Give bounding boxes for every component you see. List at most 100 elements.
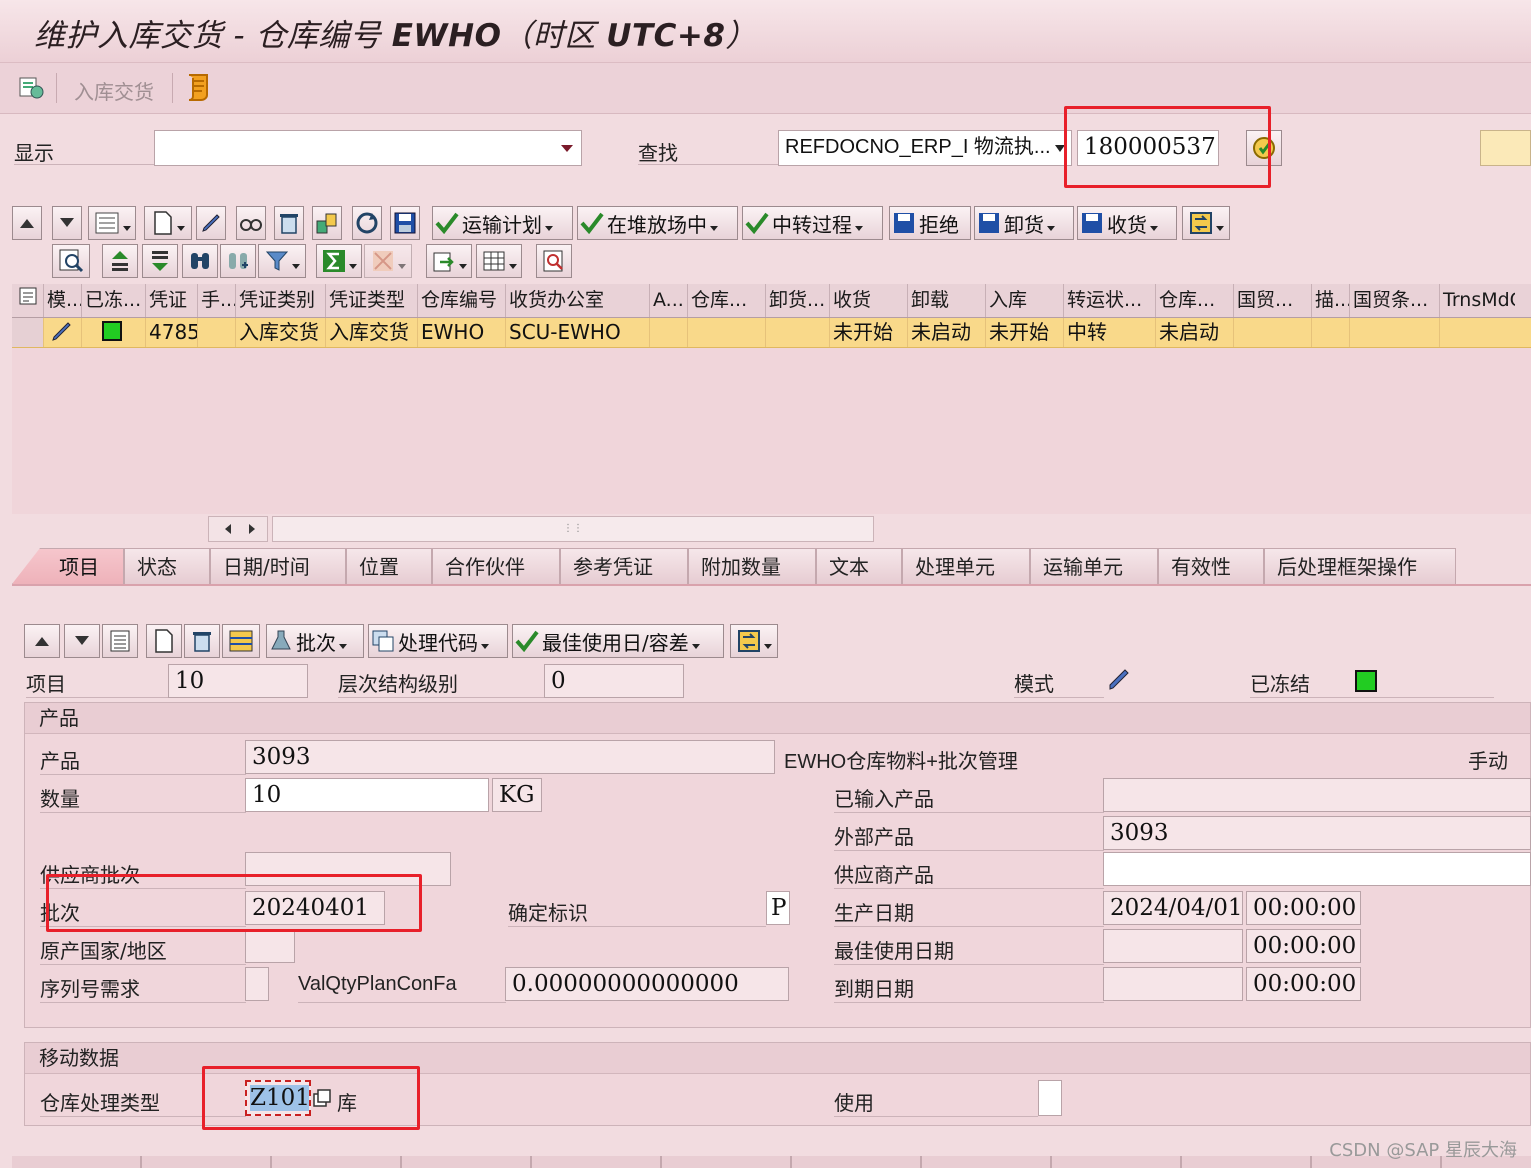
col-header[interactable]: A... bbox=[650, 284, 688, 317]
col-header[interactable]: 凭证 bbox=[146, 284, 198, 317]
reject-button[interactable]: 拒绝 bbox=[889, 206, 971, 240]
split-item-button[interactable] bbox=[222, 624, 260, 658]
find-icon-button[interactable] bbox=[52, 244, 90, 278]
col-header[interactable]: 转运状... bbox=[1064, 284, 1156, 317]
horizontal-scroll-arrows[interactable] bbox=[208, 516, 268, 542]
tab-additional-qty[interactable]: 附加数量 bbox=[688, 548, 816, 584]
export-button[interactable] bbox=[426, 244, 472, 278]
delete-button[interactable] bbox=[274, 206, 304, 240]
col-header[interactable]: 模... bbox=[44, 284, 82, 317]
tab-items[interactable]: 项目 bbox=[12, 548, 124, 584]
col-header[interactable]: 入库 bbox=[986, 284, 1064, 317]
detail-view-button[interactable] bbox=[88, 206, 136, 240]
tab-location[interactable]: 位置 bbox=[346, 548, 432, 584]
search-next-button[interactable] bbox=[220, 244, 256, 278]
tab-handling-unit[interactable]: 处理单元 bbox=[902, 548, 1030, 584]
filter-button[interactable] bbox=[258, 244, 306, 278]
fixed-indicator-field[interactable]: P bbox=[766, 891, 790, 925]
col-header[interactable]: 手... bbox=[198, 284, 236, 317]
scroll-down-button[interactable] bbox=[52, 206, 82, 240]
print-preview-button[interactable] bbox=[536, 244, 572, 278]
tab-validity[interactable]: 有效性 bbox=[1158, 548, 1264, 584]
col-header[interactable]: 凭证类别 bbox=[236, 284, 326, 317]
sort-descending-button[interactable] bbox=[142, 244, 178, 278]
col-header[interactable]: 仓库... bbox=[1156, 284, 1234, 317]
col-header[interactable]: 仓库... bbox=[688, 284, 766, 317]
next-item-button[interactable] bbox=[64, 624, 100, 658]
horizontal-scrollbar-thumb[interactable]: ⋮⋮ bbox=[272, 516, 874, 542]
hierarchy-field[interactable]: 0 bbox=[544, 664, 684, 698]
product-field[interactable]: 3093 bbox=[245, 740, 775, 774]
tab-text[interactable]: 文本 bbox=[816, 548, 902, 584]
row-selector[interactable] bbox=[12, 318, 44, 347]
tab-date-time[interactable]: 日期/时间 bbox=[210, 548, 346, 584]
subtotal-button[interactable] bbox=[364, 244, 412, 278]
yellow-panel-button[interactable] bbox=[1480, 130, 1531, 166]
refresh-button[interactable] bbox=[352, 206, 382, 240]
delete-item-button[interactable] bbox=[184, 624, 220, 658]
serial-number-field[interactable] bbox=[245, 967, 269, 1001]
production-time-field[interactable]: 00:00:00 bbox=[1246, 891, 1361, 925]
vendor-product-field[interactable] bbox=[1103, 852, 1531, 886]
copy-button[interactable] bbox=[312, 206, 342, 240]
action-menu-button[interactable] bbox=[1182, 206, 1230, 240]
batch-button[interactable]: 批次 bbox=[266, 624, 364, 658]
scroll-up-button[interactable] bbox=[12, 206, 42, 240]
personalize-icon[interactable] bbox=[16, 73, 46, 103]
edit-button[interactable] bbox=[196, 206, 226, 240]
item-number-field[interactable]: 10 bbox=[168, 664, 308, 698]
tab-partners[interactable]: 合作伙伴 bbox=[432, 548, 560, 584]
entered-product-field[interactable] bbox=[1103, 778, 1531, 812]
transit-button[interactable]: 中转过程 bbox=[742, 206, 883, 240]
uom-field[interactable]: KG bbox=[492, 778, 542, 812]
quantity-field[interactable]: 10 bbox=[245, 778, 489, 812]
expiry-date-field[interactable] bbox=[1103, 967, 1243, 1001]
col-header[interactable]: 卸载 bbox=[908, 284, 986, 317]
sum-button[interactable] bbox=[316, 244, 362, 278]
tab-status[interactable]: 状态 bbox=[124, 548, 210, 584]
col-header[interactable]: 已冻... bbox=[82, 284, 146, 317]
display-change-button[interactable] bbox=[236, 206, 266, 240]
unload-button[interactable]: 卸货 bbox=[974, 206, 1074, 240]
col-header[interactable]: 凭证类型 bbox=[326, 284, 418, 317]
col-header[interactable]: 收货办公室 bbox=[506, 284, 650, 317]
valqty-field[interactable]: 0.00000000000000 bbox=[505, 967, 789, 1001]
col-header[interactable]: TrnsMdC bbox=[1440, 284, 1515, 317]
use-checkbox[interactable] bbox=[1038, 1080, 1062, 1116]
col-header[interactable]: 卸货... bbox=[766, 284, 830, 317]
table-row[interactable]: 4785 入库交货 入库交货 EWHO SCU-EWHO 未开始 未启动 未开始… bbox=[12, 318, 1531, 348]
create-button[interactable] bbox=[144, 206, 192, 240]
script-icon[interactable] bbox=[184, 71, 214, 103]
search-binoculars-button[interactable] bbox=[182, 244, 218, 278]
col-header[interactable]: 国贸... bbox=[1234, 284, 1312, 317]
col-header[interactable]: 国贸条... bbox=[1350, 284, 1440, 317]
save-button[interactable] bbox=[390, 206, 420, 240]
tab-reference-docs[interactable]: 参考凭证 bbox=[560, 548, 688, 584]
prev-item-button[interactable] bbox=[24, 624, 60, 658]
col-header[interactable]: 描... bbox=[1312, 284, 1350, 317]
pencil-icon[interactable] bbox=[44, 318, 82, 347]
overview-button[interactable] bbox=[102, 624, 138, 658]
best-before-date-field[interactable] bbox=[1103, 929, 1243, 963]
item-action-menu-button[interactable] bbox=[730, 624, 778, 658]
display-dropdown[interactable] bbox=[154, 130, 582, 166]
col-header[interactable]: 仓库编号 bbox=[418, 284, 506, 317]
best-before-time-field[interactable]: 00:00:00 bbox=[1246, 929, 1361, 963]
tab-transport-unit[interactable]: 运输单元 bbox=[1030, 548, 1158, 584]
inbound-delivery-menu[interactable]: 入库交货 bbox=[74, 76, 154, 105]
process-code-button[interactable]: 处理代码 bbox=[368, 624, 508, 658]
receive-button[interactable]: 收货 bbox=[1077, 206, 1177, 240]
external-product-field[interactable]: 3093 bbox=[1103, 816, 1531, 850]
select-all-icon[interactable] bbox=[12, 284, 44, 317]
expiry-time-field[interactable]: 00:00:00 bbox=[1246, 967, 1361, 1001]
production-date-field[interactable]: 2024/04/01 bbox=[1103, 891, 1243, 925]
new-item-button[interactable] bbox=[146, 624, 182, 658]
col-header[interactable]: 收货 bbox=[830, 284, 908, 317]
find-field-dropdown[interactable]: REFDOCNO_ERP_I 物流执... bbox=[778, 130, 1072, 166]
tab-ppf-actions[interactable]: 后处理框架操作 bbox=[1264, 548, 1456, 584]
in-yard-button[interactable]: 在堆放场中 bbox=[577, 206, 738, 240]
sort-ascending-button[interactable] bbox=[102, 244, 138, 278]
layout-button[interactable] bbox=[476, 244, 522, 278]
best-before-button[interactable]: 最佳使用日/容差 bbox=[512, 624, 724, 658]
transport-plan-button[interactable]: 运输计划 bbox=[432, 206, 573, 240]
